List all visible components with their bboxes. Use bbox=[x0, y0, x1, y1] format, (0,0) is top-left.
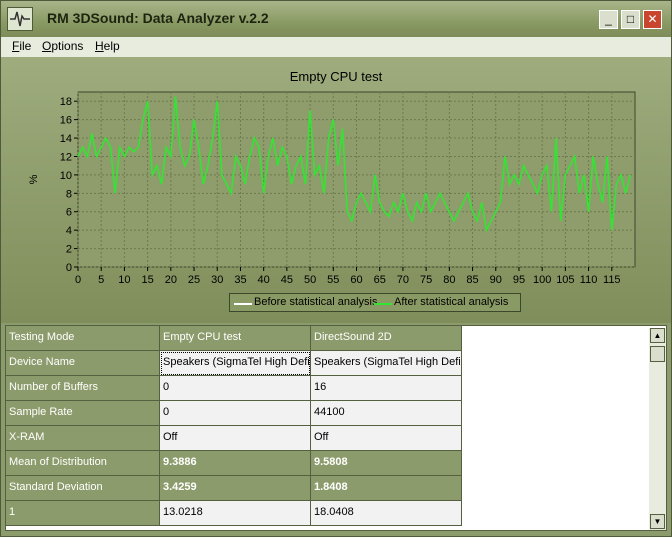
x-tick-label: 70 bbox=[397, 274, 409, 286]
row-header: Testing Mode bbox=[6, 326, 160, 351]
y-tick-label: 4 bbox=[66, 225, 72, 237]
results-table[interactable]: Testing Mode Empty CPU test DirectSound … bbox=[5, 325, 667, 531]
table-cell[interactable]: DirectSound 2D bbox=[311, 326, 462, 351]
row-header: Device Name bbox=[6, 351, 160, 376]
y-tick-label: 14 bbox=[60, 133, 72, 145]
window-title: RM 3DSound: Data Analyzer v.2.2 bbox=[47, 10, 269, 26]
table-row[interactable]: Mean of Distribution 9.3886 9.5808 bbox=[6, 451, 650, 476]
maximize-button[interactable]: □ bbox=[621, 10, 640, 29]
table-row[interactable]: 1 13.0218 18.0408 bbox=[6, 501, 650, 526]
x-tick-label: 100 bbox=[533, 274, 551, 286]
y-tick-label: 0 bbox=[66, 262, 72, 274]
vertical-scrollbar[interactable]: ▲ ▼ bbox=[649, 328, 666, 530]
title-bar[interactable]: RM 3DSound: Data Analyzer v.2.2 _ □ ✕ bbox=[1, 1, 671, 37]
x-tick-label: 55 bbox=[327, 274, 339, 286]
row-header: 1 bbox=[6, 501, 160, 526]
x-tick-label: 20 bbox=[165, 274, 177, 286]
table-cell[interactable]: 0 bbox=[160, 401, 311, 426]
table-row[interactable]: X-RAM Off Off bbox=[6, 426, 650, 451]
x-tick-label: 105 bbox=[556, 274, 574, 286]
table-cell[interactable]: 13.0218 bbox=[160, 501, 311, 526]
x-tick-label: 45 bbox=[281, 274, 293, 286]
table-cell[interactable]: 9.3886 bbox=[160, 451, 311, 476]
app-waveform-icon[interactable] bbox=[7, 7, 33, 31]
legend-swatch-after bbox=[374, 303, 392, 305]
menu-bar: File Options Help bbox=[1, 37, 671, 57]
x-tick-label: 15 bbox=[142, 274, 154, 286]
row-header: Standard Deviation bbox=[6, 476, 160, 501]
x-tick-label: 75 bbox=[420, 274, 432, 286]
menu-help[interactable]: Help bbox=[95, 39, 120, 53]
menu-file[interactable]: File bbox=[12, 39, 31, 53]
x-tick-label: 110 bbox=[580, 274, 598, 286]
row-header: Sample Rate bbox=[6, 401, 160, 426]
close-button[interactable]: ✕ bbox=[643, 10, 662, 29]
table-cell[interactable]: Speakers (SigmaTel High Definition Audio… bbox=[160, 351, 311, 376]
y-tick-label: 8 bbox=[66, 188, 72, 200]
line-chart: 0 2 4 6 8 10 12 14 16 18 0 5 10 15 20 25 30 35 40 45 50 55 60 6… bbox=[28, 91, 636, 286]
x-tick-label: 85 bbox=[466, 274, 478, 286]
x-tick-label: 25 bbox=[188, 274, 200, 286]
legend-swatch-before bbox=[234, 303, 252, 305]
x-tick-label: 10 bbox=[118, 274, 130, 286]
x-tick-label: 0 bbox=[75, 274, 81, 286]
y-tick-label: 16 bbox=[60, 115, 72, 127]
y-tick-label: 18 bbox=[60, 96, 72, 108]
table-cell[interactable]: Empty CPU test bbox=[160, 326, 311, 351]
x-tick-label: 90 bbox=[490, 274, 502, 286]
table-cell[interactable]: 1.8408 bbox=[311, 476, 462, 501]
x-tick-label: 60 bbox=[350, 274, 362, 286]
table-row[interactable]: Number of Buffers 0 16 bbox=[6, 376, 650, 401]
x-tick-label: 115 bbox=[603, 274, 621, 286]
table-cell[interactable]: Off bbox=[311, 426, 462, 451]
table-row[interactable]: Standard Deviation 3.4259 1.8408 bbox=[6, 476, 650, 501]
y-axis-label: % bbox=[28, 174, 40, 184]
table-cell[interactable]: 0 bbox=[160, 376, 311, 401]
menu-options[interactable]: Options bbox=[42, 39, 83, 53]
x-tick-label: 35 bbox=[234, 274, 246, 286]
scroll-down-button[interactable]: ▼ bbox=[650, 514, 665, 529]
table-row[interactable]: Testing Mode Empty CPU test DirectSound … bbox=[6, 326, 650, 351]
y-tick-label: 2 bbox=[66, 244, 72, 256]
table-cell[interactable]: 9.5808 bbox=[311, 451, 462, 476]
x-tick-label: 5 bbox=[98, 274, 104, 286]
x-tick-label: 95 bbox=[513, 274, 525, 286]
y-tick-label: 10 bbox=[60, 170, 72, 182]
table-cell[interactable]: 44100 bbox=[311, 401, 462, 426]
scroll-thumb[interactable] bbox=[650, 346, 665, 362]
x-tick-label: 80 bbox=[443, 274, 455, 286]
row-header: Number of Buffers bbox=[6, 376, 160, 401]
table-row[interactable]: Sample Rate 0 44100 bbox=[6, 401, 650, 426]
waveform-glyph bbox=[10, 11, 30, 27]
chart-legend: Before statistical analysis After statis… bbox=[229, 293, 521, 312]
app-window: RM 3DSound: Data Analyzer v.2.2 _ □ ✕ Fi… bbox=[0, 0, 672, 537]
table-cell[interactable]: Speakers (SigmaTel High Definition Audio… bbox=[311, 351, 462, 376]
y-tick-label: 6 bbox=[66, 207, 72, 219]
legend-label-before: Before statistical analysis bbox=[254, 296, 378, 308]
table-row[interactable]: Device Name Speakers (SigmaTel High Defi… bbox=[6, 351, 650, 376]
x-tick-label: 50 bbox=[304, 274, 316, 286]
y-tick-label: 12 bbox=[60, 151, 72, 163]
x-tick-label: 30 bbox=[211, 274, 223, 286]
x-tick-label: 65 bbox=[374, 274, 386, 286]
row-header: X-RAM bbox=[6, 426, 160, 451]
chart-panel: Empty CPU test 0 2 4 6 8 10 12 14 16 18 0 5 10 15 20 25… bbox=[1, 57, 671, 323]
table-cell[interactable]: 16 bbox=[311, 376, 462, 401]
row-header: Mean of Distribution bbox=[6, 451, 160, 476]
legend-label-after: After statistical analysis bbox=[394, 296, 509, 308]
scroll-up-button[interactable]: ▲ bbox=[650, 328, 665, 343]
table-cell[interactable]: 18.0408 bbox=[311, 501, 462, 526]
table-cell[interactable]: 3.4259 bbox=[160, 476, 311, 501]
minimize-button[interactable]: _ bbox=[599, 10, 618, 29]
x-tick-label: 40 bbox=[258, 274, 270, 286]
table-cell[interactable]: Off bbox=[160, 426, 311, 451]
